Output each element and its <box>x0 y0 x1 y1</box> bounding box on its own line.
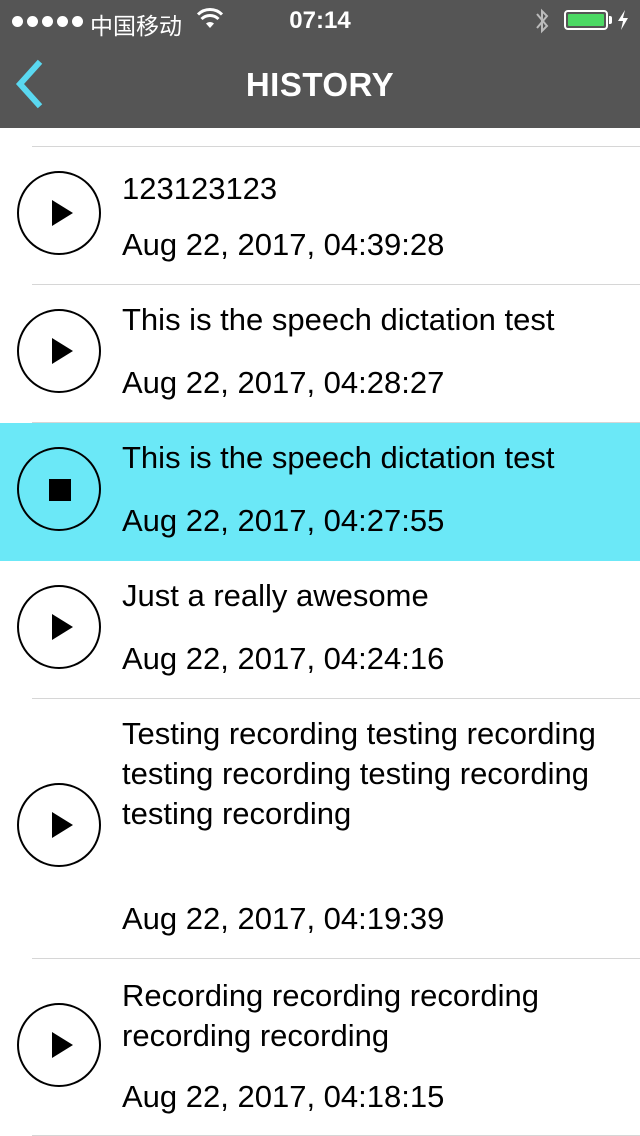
play-button[interactable] <box>17 585 101 669</box>
play-button[interactable] <box>17 1003 101 1087</box>
history-row[interactable]: This is the speech dictation test Aug 22,… <box>0 285 640 423</box>
history-row[interactable]: Testing recording testing recording test… <box>0 699 640 959</box>
history-row[interactable]: 123123123 Aug 22, 2017, 04:39:28 <box>0 147 640 285</box>
play-icon <box>52 812 73 838</box>
status-bar: 中国移动 07:14 <box>0 0 640 40</box>
play-button[interactable] <box>17 309 101 393</box>
recording-title: Testing recording testing recording test… <box>122 716 596 831</box>
stop-icon <box>49 479 71 501</box>
battery-tip <box>609 16 612 24</box>
recording-title: Just a really awesome <box>122 578 429 613</box>
recording-date: Aug 22, 2017, 04:39:28 <box>122 227 445 262</box>
bluetooth-icon <box>536 8 549 34</box>
recording-date: Aug 22, 2017, 04:19:39 <box>122 901 445 936</box>
recording-title: This is the speech dictation test <box>122 440 555 475</box>
nav-bar: HISTORY <box>0 40 640 128</box>
play-icon <box>52 200 73 226</box>
play-icon <box>52 338 73 364</box>
recording-date: Aug 22, 2017, 04:27:55 <box>122 503 445 538</box>
play-icon <box>52 1032 73 1058</box>
recording-title: Recording recording recording recording … <box>122 978 540 1053</box>
charging-icon <box>618 10 628 30</box>
history-row[interactable]: This is the speech dictation test Aug 22,… <box>0 423 640 561</box>
battery-icon <box>564 10 608 30</box>
recording-date: Aug 22, 2017, 04:18:15 <box>122 1079 445 1114</box>
stop-button[interactable] <box>17 447 101 531</box>
recording-date: Aug 22, 2017, 04:28:27 <box>122 365 445 400</box>
history-row[interactable]: Recording recording recording recording … <box>0 959 640 1136</box>
header: 中国移动 07:14 HISTORY <box>0 0 640 128</box>
play-icon <box>52 614 73 640</box>
recording-title: 123123123 <box>122 171 278 206</box>
play-button[interactable] <box>17 783 101 867</box>
recording-title: This is the speech dictation test <box>122 302 555 337</box>
history-row[interactable]: Just a really awesome Aug 22, 2017, 04:24… <box>0 561 640 699</box>
play-button[interactable] <box>17 171 101 255</box>
recording-date: Aug 22, 2017, 04:24:16 <box>122 641 445 676</box>
page-title: HISTORY <box>245 66 395 103</box>
